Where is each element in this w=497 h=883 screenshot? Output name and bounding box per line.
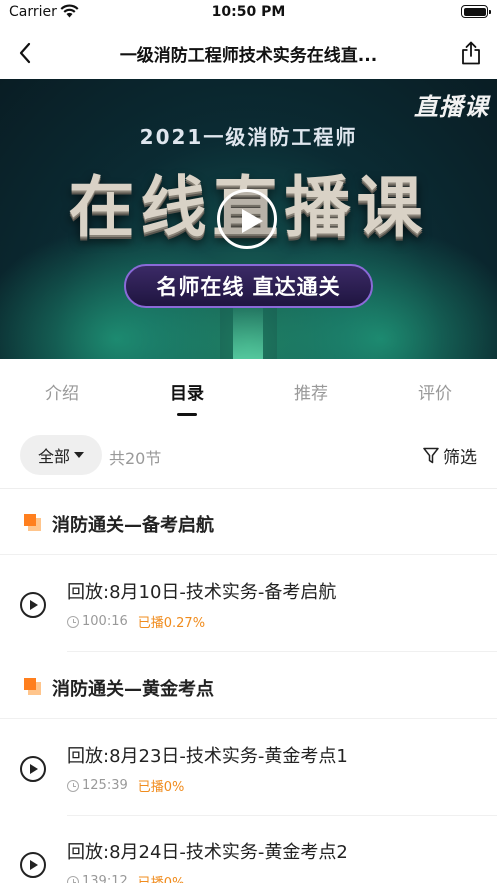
tab-recommend[interactable]: 推荐 [249, 379, 373, 404]
tab-bar: 介绍 目录 推荐 评价 [0, 359, 497, 421]
funnel-icon [423, 447, 439, 464]
lesson-item[interactable]: 回放:8月10日-技术实务-备考启航 100:16 已播0.27% [0, 556, 497, 652]
lesson-title: 回放:8月24日-技术实务-黄金考点2 [67, 842, 348, 863]
lesson-play-icon[interactable] [20, 592, 46, 618]
lesson-title: 回放:8月23日-技术实务-黄金考点1 [67, 746, 348, 767]
lesson-play-icon[interactable] [20, 852, 46, 878]
lesson-progress: 已播0% [137, 780, 185, 795]
page-title: 一级消防工程师技术实务在线直... [119, 46, 378, 66]
lesson-meta: 125:39 已播0% [67, 776, 184, 795]
lesson-title: 回放:8月10日-技术实务-备考启航 [67, 582, 337, 603]
clock-icon [67, 779, 79, 792]
clock-icon [67, 875, 79, 883]
share-button[interactable] [457, 38, 485, 68]
lesson-duration: 139:12 [82, 874, 128, 883]
lesson-meta: 100:16 已播0.27% [67, 612, 205, 631]
lesson-duration: 125:39 [82, 778, 128, 793]
tab-reviews[interactable]: 评价 [373, 379, 497, 404]
banner-slogan: 名师在线 直达通关 [124, 264, 373, 308]
chapter-title: 消防通关—备考启航 [52, 515, 214, 536]
chapter-icon [24, 678, 42, 696]
banner-live-tag: 直播课 [414, 92, 489, 121]
lesson-progress: 已播0% [138, 872, 185, 883]
lesson-meta: 139:12 已播0% [67, 872, 184, 883]
chapter-header[interactable]: 消防通关—备考启航 [0, 489, 497, 555]
lesson-item[interactable]: 回放:8月24日-技术实务-黄金考点2 139:12 已播0% [0, 816, 497, 883]
filter-label: 筛选 [443, 448, 477, 468]
all-dropdown-label: 全部 [37, 447, 70, 466]
lesson-count: 共20节 [109, 449, 162, 468]
share-icon [462, 41, 480, 65]
filter-button[interactable]: 筛选 [423, 443, 477, 468]
all-dropdown[interactable]: 全部 [20, 435, 102, 475]
lesson-play-icon[interactable] [20, 756, 46, 782]
video-play-button[interactable] [217, 189, 277, 249]
back-button[interactable] [10, 38, 40, 68]
clock-time: 10:50 PM [211, 4, 286, 20]
tab-intro[interactable]: 介绍 [0, 379, 124, 404]
divider [67, 651, 497, 652]
lesson-progress: 已播0.27% [137, 616, 206, 631]
filter-row: 全部 共20节 筛选 [0, 421, 497, 489]
video-banner[interactable]: 直播课 2021一级消防工程师 在线直播课 名师在线 直达通关 [0, 79, 497, 359]
chapter-title: 消防通关—黄金考点 [52, 679, 214, 700]
chapter-header[interactable]: 消防通关—黄金考点 [0, 653, 497, 719]
active-tab-indicator [177, 413, 197, 416]
clock-icon [67, 615, 79, 628]
lesson-duration: 100:16 [82, 614, 128, 629]
banner-subtitle: 2021一级消防工程师 [139, 125, 358, 149]
nav-bar: 一级消防工程师技术实务在线直... [0, 26, 497, 79]
lesson-item[interactable]: 回放:8月23日-技术实务-黄金考点1 125:39 已播0% [0, 720, 497, 816]
chevron-left-icon [19, 42, 31, 64]
status-bar: Carrier 10:50 PM [0, 0, 497, 26]
chapter-icon [24, 514, 42, 532]
play-icon [242, 209, 263, 233]
battery-icon [461, 5, 491, 18]
caret-down-icon [74, 452, 84, 458]
tab-catalog[interactable]: 目录 [125, 379, 249, 404]
banner-light-beam [233, 299, 263, 359]
